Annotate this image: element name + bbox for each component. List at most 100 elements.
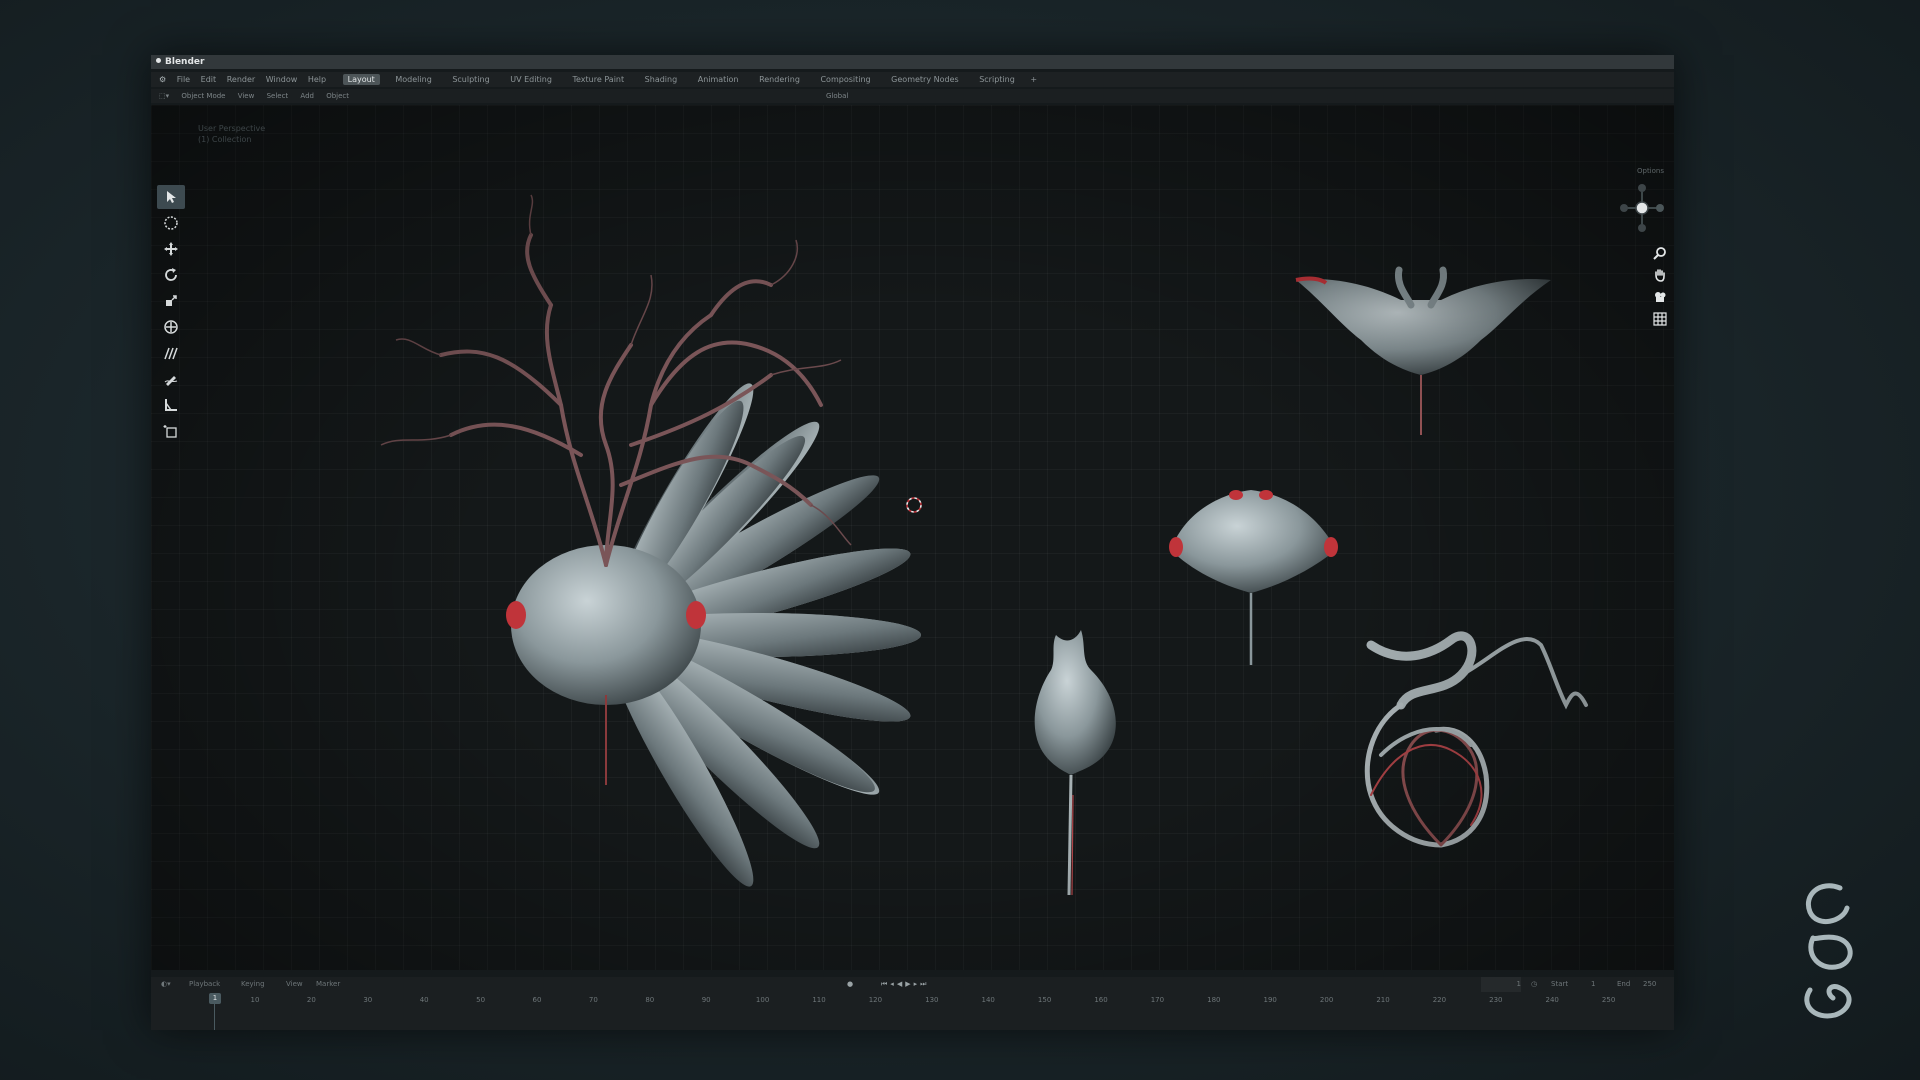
tab-animation[interactable]: Animation: [693, 74, 744, 85]
tab-scripting[interactable]: Scripting: [974, 74, 1020, 85]
timeline-tick: 20: [306, 996, 316, 1004]
move-icon: [164, 242, 178, 256]
zoom-button[interactable]: [1652, 245, 1668, 261]
editor-type-icon[interactable]: ⬚▾: [159, 92, 169, 100]
timeline-tick: 130: [925, 996, 939, 1004]
measure-icon: [165, 399, 177, 411]
add-cube-icon: [163, 425, 177, 438]
tool-select[interactable]: [157, 185, 185, 209]
gizmo-y-icon: [1635, 201, 1649, 215]
rotate-icon: [165, 268, 177, 281]
tool-measure[interactable]: [157, 393, 185, 417]
timeline-tick: 210: [1376, 996, 1390, 1004]
add-workspace-button[interactable]: +: [1030, 75, 1037, 84]
timeline-tick: 140: [981, 996, 995, 1004]
gizmo-x-icon: [1656, 204, 1664, 212]
circle-select-icon: [164, 216, 178, 230]
menu-object[interactable]: Object: [326, 92, 349, 100]
brand-logo-icon: [1804, 883, 1853, 1019]
options-dropdown[interactable]: Options: [1637, 167, 1664, 175]
timeline-tick: 230: [1489, 996, 1503, 1004]
transform-orientation[interactable]: Global: [826, 89, 848, 103]
end-frame-field[interactable]: 250: [1643, 977, 1656, 992]
tab-texture-paint[interactable]: Texture Paint: [568, 74, 630, 85]
viewport-info: User Perspective (1) Collection: [198, 123, 265, 145]
start-frame-field[interactable]: 1: [1591, 977, 1595, 992]
ortho-toggle-button[interactable]: [1652, 311, 1668, 327]
gizmo-z-icon: [1638, 184, 1646, 192]
view-perspective-label: User Perspective: [198, 124, 266, 133]
tool-move[interactable]: [157, 237, 185, 261]
clock-icon: ◷: [1531, 980, 1538, 988]
viewport-header: ⬚▾ Object Mode View Select Add Object Gl…: [151, 89, 1674, 103]
tool-rotate[interactable]: [157, 263, 185, 287]
menu-timeline-view[interactable]: View: [286, 977, 303, 992]
tab-layout[interactable]: Layout: [342, 74, 380, 85]
menu-file[interactable]: File: [177, 75, 190, 84]
timeline-tick: 10: [250, 996, 260, 1004]
3d-viewport[interactable]: User Perspective (1) Collection Options: [151, 105, 1674, 970]
menu-render[interactable]: Render: [227, 75, 255, 84]
timeline-ruler[interactable]: 10 20 30 40 50 60 70 80 90 100 110 120 130 140 150 160 1…: [151, 994, 1674, 1008]
hand-pan-icon: [1655, 269, 1665, 282]
tool-draw[interactable]: [157, 367, 185, 391]
timeline-tick: 70: [588, 996, 598, 1004]
timeline-tick: 80: [645, 996, 655, 1004]
blender-window: Blender ⚙ File Edit Render Window Help L…: [151, 55, 1674, 1030]
app-title: Blender: [165, 57, 205, 67]
tab-uv-editing[interactable]: UV Editing: [505, 74, 557, 85]
timeline-tick: 240: [1545, 996, 1559, 1004]
menu-view[interactable]: View: [238, 92, 255, 100]
annotate-icon: [164, 347, 178, 360]
tool-scale[interactable]: [157, 289, 185, 313]
tab-compositing[interactable]: Compositing: [815, 74, 875, 85]
transform-icon: [164, 320, 178, 334]
timeline-tick: 60: [532, 996, 542, 1004]
camera-view-button[interactable]: [1652, 289, 1668, 305]
grid-icon: [1653, 312, 1667, 326]
tab-rendering[interactable]: Rendering: [754, 74, 805, 85]
menu-window[interactable]: Window: [266, 75, 298, 84]
blender-logo-icon: [156, 58, 161, 63]
mode-selector[interactable]: Object Mode: [181, 92, 225, 100]
pan-button[interactable]: [1652, 267, 1668, 283]
tool-transform[interactable]: [157, 315, 185, 339]
timeline-tick: 90: [701, 996, 711, 1004]
menu-help[interactable]: Help: [308, 75, 326, 84]
blender-menu-icon[interactable]: ⚙: [159, 75, 166, 84]
navigation-gizmo[interactable]: [1612, 180, 1672, 240]
timeline-tick: 30: [363, 996, 373, 1004]
menu-edit[interactable]: Edit: [201, 75, 217, 84]
viewport-vignette: [151, 105, 1674, 970]
playback-controls-icon[interactable]: ⏮◂◀▶▸⏭: [881, 977, 929, 992]
playhead-line: [214, 1004, 215, 1030]
record-button-icon[interactable]: ●: [847, 977, 853, 992]
scale-icon: [166, 295, 177, 306]
tab-shading[interactable]: Shading: [640, 74, 683, 85]
viewport-nav-buttons: [1652, 245, 1668, 327]
tab-sculpting[interactable]: Sculpting: [447, 74, 494, 85]
tab-geometry-nodes[interactable]: Geometry Nodes: [886, 74, 963, 85]
tool-add-cube[interactable]: [157, 419, 185, 443]
collection-label: (1) Collection: [198, 135, 252, 144]
tab-modeling[interactable]: Modeling: [390, 74, 436, 85]
timeline-tick: 250: [1601, 996, 1616, 1004]
select-cursor-icon: [167, 191, 176, 203]
tool-annotate[interactable]: [157, 341, 185, 365]
timeline-editor-type-icon[interactable]: ◐▾: [161, 977, 171, 992]
timeline-tick: 40: [419, 996, 429, 1004]
timeline-tick: 190: [1263, 996, 1277, 1004]
menu-keying[interactable]: Keying: [241, 977, 265, 992]
current-frame-field[interactable]: 1: [1481, 977, 1521, 992]
timeline-tick: 160: [1094, 996, 1108, 1004]
title-bar: Blender: [151, 55, 1674, 69]
tool-circle-select[interactable]: [157, 211, 185, 235]
menu-add[interactable]: Add: [300, 92, 314, 100]
menu-select[interactable]: Select: [267, 92, 289, 100]
draw-icon: [164, 376, 178, 386]
menu-marker[interactable]: Marker: [316, 977, 340, 992]
menu-playback[interactable]: Playback: [189, 977, 220, 992]
timeline-tick: 110: [812, 996, 826, 1004]
playhead[interactable]: 1: [209, 993, 221, 1004]
timeline-header: ◐▾ Playback Keying View Marker ● ⏮◂◀▶▸⏭ …: [151, 977, 1674, 992]
